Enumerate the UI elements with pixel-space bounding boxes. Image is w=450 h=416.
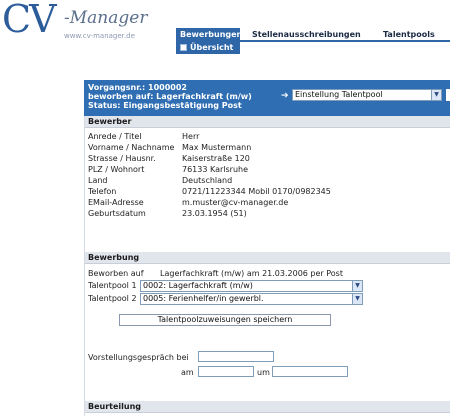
field-label: Geburtsdatum <box>88 209 146 218</box>
field-value: 76133 Karlsruhe <box>182 165 249 174</box>
logo-cv-text: CV <box>2 0 57 41</box>
um-label: um <box>257 368 270 377</box>
square-bullet-icon <box>180 44 187 51</box>
talentpool2-select-value: 0005: Ferienhelfer/in gewerbl. <box>143 294 264 303</box>
interview-time-input[interactable] <box>272 366 348 377</box>
section-header-beurteilung: Beurteilung <box>85 401 450 413</box>
go-button-edge[interactable] <box>446 89 450 101</box>
email-link[interactable]: m.muster@cv-manager.de <box>182 198 288 208</box>
chevron-down-icon[interactable]: ▼ <box>352 294 362 304</box>
section-header-bewerber: Bewerber <box>85 116 450 128</box>
interview-date-input[interactable] <box>198 366 254 377</box>
field-label: Talentpool 1 <box>88 281 137 290</box>
field-value: Kaiserstraße 120 <box>182 154 250 163</box>
field-value: Herr <box>182 132 200 141</box>
field-value: 23.03.1954 (51) <box>182 209 247 218</box>
logo-url-text: www.cv-manager.de <box>64 32 135 40</box>
field-label: Telefon <box>88 187 117 196</box>
tab-bewerbungen[interactable]: Bewerbungen <box>176 28 242 41</box>
action-select-value: Einstellung Talentpool <box>295 90 383 99</box>
field-label: Strasse / Hausnr. <box>88 154 156 163</box>
application-detail-panel: Bewerber Anrede / Titel Herr Vorname / N… <box>84 116 450 416</box>
field-label: EMail-Adresse <box>88 198 144 207</box>
field-label: Vorname / Nachname <box>88 143 175 152</box>
field-value: Max Mustermann <box>182 143 252 152</box>
logo-manager-text: -Manager <box>64 8 148 28</box>
subnav-uebersicht[interactable]: Übersicht <box>176 42 240 54</box>
field-label: Land <box>88 176 108 185</box>
am-label: am <box>181 368 194 377</box>
chevron-down-icon[interactable]: ▼ <box>431 90 441 100</box>
action-select[interactable]: Einstellung Talentpool ▼ <box>292 89 442 101</box>
application-status: Status: Eingangsbestätigung Post <box>88 101 242 110</box>
arrow-right-icon[interactable]: ➔ <box>281 92 289 101</box>
main-tabs: Bewerbungen Stellenausschreibungen Talen… <box>176 28 450 42</box>
talentpool2-select[interactable]: 0005: Ferienhelfer/in gewerbl. ▼ <box>140 293 363 305</box>
field-value: Deutschland <box>182 176 233 185</box>
talentpool1-select-value: 0002: Lagerfachkraft (m/w) <box>143 281 253 290</box>
field-label: Anrede / Titel <box>88 132 142 141</box>
section-header-bewerbung: Bewerbung <box>85 252 450 264</box>
tab-stellenausschreibungen[interactable]: Stellenausschreibungen <box>248 28 365 41</box>
talentpool1-select[interactable]: 0002: Lagerfachkraft (m/w) ▼ <box>140 280 363 292</box>
field-label: Vorstellungsgespräch bei <box>88 353 189 362</box>
save-talentpool-button[interactable]: Talentpoolzuweisungen speichern <box>119 314 331 326</box>
subnav-uebersicht-label: Übersicht <box>190 43 234 52</box>
field-value: 0721/11223344 Mobil 0170/0982345 <box>182 187 331 196</box>
field-label: Talentpool 2 <box>88 294 137 303</box>
field-value: Lagerfachkraft (m/w) am 21.03.2006 per P… <box>160 269 343 278</box>
field-label: Beworben auf <box>88 269 144 278</box>
cv-manager-logo: CV -Manager www.cv-manager.de <box>2 0 172 42</box>
interview-with-input[interactable] <box>198 351 274 362</box>
chevron-down-icon[interactable]: ▼ <box>352 281 362 291</box>
field-label: PLZ / Wohnort <box>88 165 145 174</box>
application-info-bar: Vorgangsnr.: 1000002 beworben auf: Lager… <box>84 80 450 116</box>
tab-talentpools[interactable]: Talentpools <box>379 28 439 41</box>
